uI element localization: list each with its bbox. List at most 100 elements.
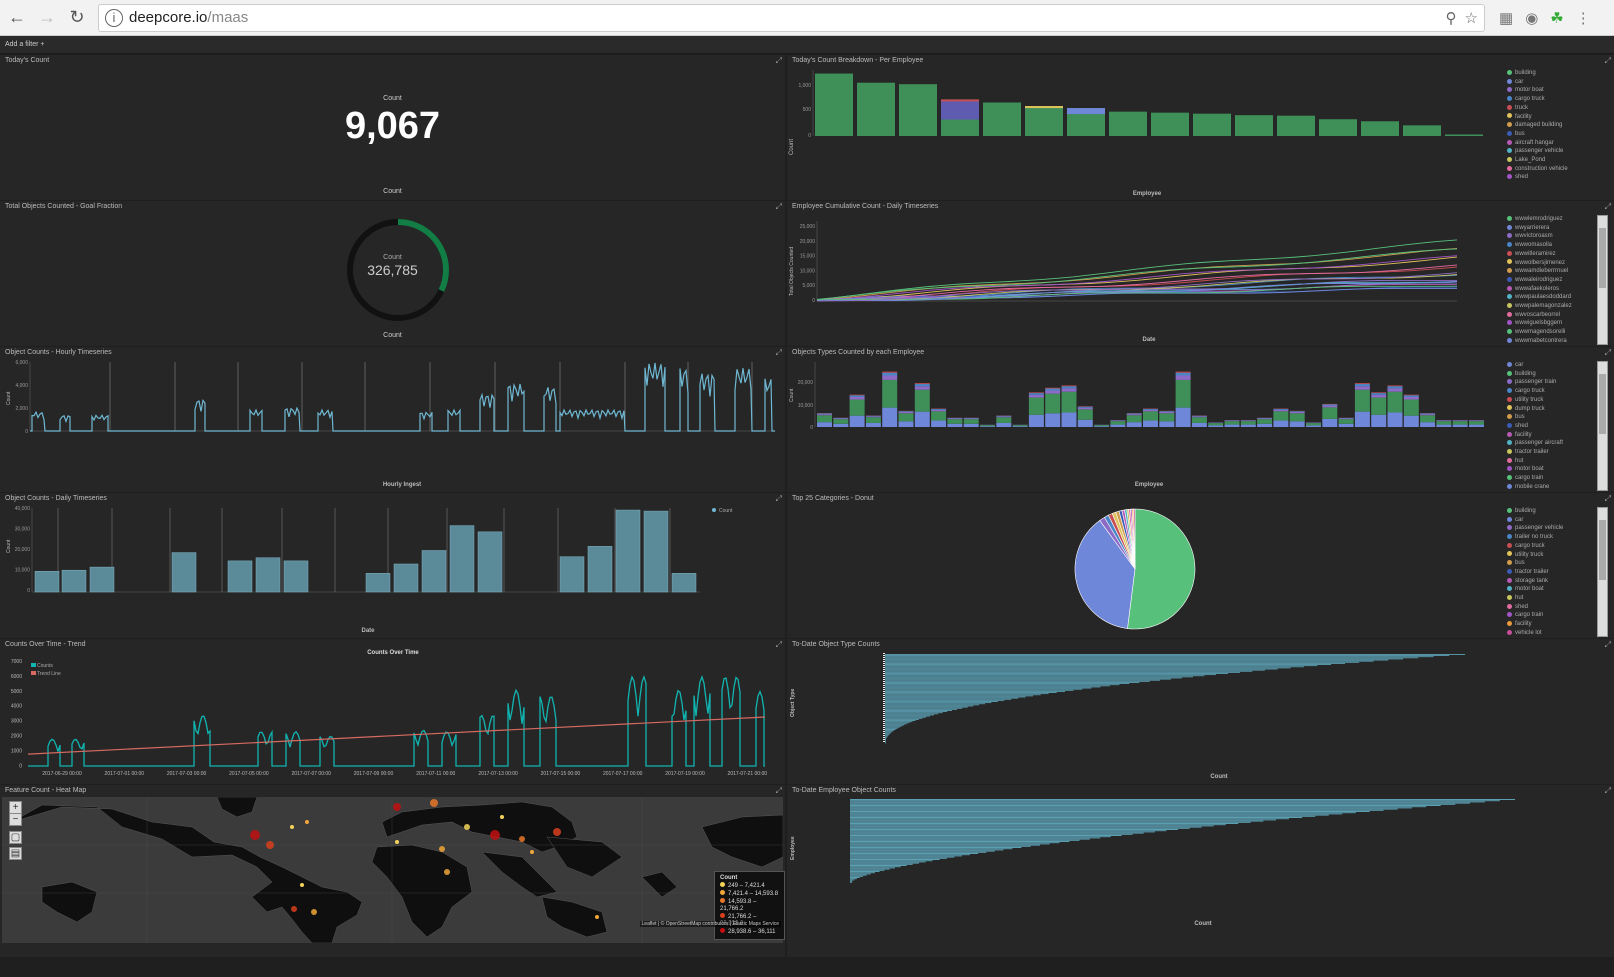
bar[interactable] xyxy=(850,841,1070,842)
bar-segment[interactable] xyxy=(980,426,995,427)
bar-segment[interactable] xyxy=(1224,424,1240,427)
bookmark-star-icon[interactable]: ☆ xyxy=(1465,9,1478,27)
bar-segment[interactable] xyxy=(1273,409,1289,412)
bar[interactable] xyxy=(1361,121,1399,136)
bar[interactable] xyxy=(885,690,1065,692)
bar-segment[interactable] xyxy=(898,411,914,412)
bar-segment[interactable] xyxy=(882,375,898,380)
bar-segment[interactable] xyxy=(996,417,1012,423)
bar-segment[interactable] xyxy=(1289,413,1305,422)
bar-segment[interactable] xyxy=(898,411,914,414)
bar-segment[interactable] xyxy=(1306,423,1321,426)
bar[interactable] xyxy=(885,736,887,738)
bar[interactable] xyxy=(1277,115,1315,136)
bar-segment[interactable] xyxy=(947,418,963,420)
bar-segment[interactable] xyxy=(1045,390,1061,394)
bar[interactable] xyxy=(885,666,1304,668)
legend-item[interactable]: building xyxy=(1507,69,1568,78)
bar[interactable] xyxy=(850,800,1500,802)
bar[interactable] xyxy=(885,674,1217,676)
bar-segment[interactable] xyxy=(1338,419,1354,424)
bar-segment[interactable] xyxy=(1143,420,1158,427)
bar-segment[interactable] xyxy=(931,420,947,427)
legend-item[interactable]: car xyxy=(1507,78,1568,87)
bar[interactable] xyxy=(885,678,1171,680)
bar[interactable] xyxy=(885,707,963,709)
bar-segment[interactable] xyxy=(817,422,832,427)
bar-segment[interactable] xyxy=(1159,421,1175,427)
bar[interactable] xyxy=(850,881,852,883)
bar-segment[interactable] xyxy=(1126,413,1142,415)
bar-segment[interactable] xyxy=(1077,419,1093,427)
bar-segment[interactable] xyxy=(1387,386,1403,389)
bar-segment[interactable] xyxy=(941,99,979,120)
bar-segment[interactable] xyxy=(1469,421,1484,425)
bar-segment[interactable] xyxy=(941,99,979,102)
bar[interactable] xyxy=(1445,134,1483,136)
bar[interactable] xyxy=(850,821,1251,823)
bar-segment[interactable] xyxy=(1420,414,1436,416)
bar[interactable] xyxy=(885,686,1101,688)
expand-icon[interactable]: ⤢ xyxy=(1605,494,1611,504)
bar[interactable] xyxy=(449,525,475,593)
bar-segment[interactable] xyxy=(963,418,979,420)
bar[interactable] xyxy=(850,860,933,862)
bar[interactable] xyxy=(850,802,1470,804)
bar[interactable] xyxy=(850,817,1303,818)
bar[interactable] xyxy=(885,724,905,726)
bar[interactable] xyxy=(885,660,1374,662)
bar-segment[interactable] xyxy=(1045,388,1061,391)
bar[interactable] xyxy=(850,845,1031,847)
bar[interactable] xyxy=(850,826,1202,828)
bar-segment[interactable] xyxy=(1289,411,1305,412)
legend-item[interactable]: trailer no truck xyxy=(1507,533,1563,542)
bar-segment[interactable] xyxy=(1273,408,1289,410)
legend-item[interactable]: motor boat xyxy=(1507,585,1563,594)
bar-segment[interactable] xyxy=(1028,393,1044,395)
bar-segment[interactable] xyxy=(833,419,849,424)
bar[interactable] xyxy=(850,857,947,859)
bar[interactable] xyxy=(850,878,857,880)
bar[interactable] xyxy=(850,863,913,865)
bar-segment[interactable] xyxy=(1240,421,1256,425)
bar-segment[interactable] xyxy=(865,422,881,427)
bar-segment[interactable] xyxy=(1012,425,1028,427)
bar-segment[interactable] xyxy=(817,413,832,415)
legend-item[interactable]: wwwafaekoleros xyxy=(1507,285,1572,294)
pie-slice[interactable] xyxy=(1127,508,1196,630)
bar[interactable] xyxy=(885,687,1092,689)
bar-segment[interactable] xyxy=(817,414,832,416)
bar[interactable] xyxy=(885,726,900,728)
bar[interactable] xyxy=(885,734,889,736)
bar-segment[interactable] xyxy=(1208,423,1224,426)
bar-segment[interactable] xyxy=(1420,415,1436,423)
bar[interactable] xyxy=(885,716,927,718)
bar-segment[interactable] xyxy=(1289,411,1305,414)
bar[interactable] xyxy=(885,693,1049,695)
bar[interactable] xyxy=(815,73,853,136)
bar[interactable] xyxy=(850,879,855,881)
bar[interactable] xyxy=(850,853,979,854)
bar[interactable] xyxy=(885,732,891,734)
bar-segment[interactable] xyxy=(1387,391,1403,413)
bar[interactable] xyxy=(1109,111,1147,136)
zoom-out-button[interactable]: − xyxy=(9,813,22,826)
bar[interactable] xyxy=(850,848,1013,850)
legend-item[interactable]: facility xyxy=(1507,113,1568,122)
bar-segment[interactable] xyxy=(1387,412,1403,427)
bar[interactable] xyxy=(850,812,1356,814)
bar-segment[interactable] xyxy=(1110,421,1126,425)
bar[interactable] xyxy=(885,679,1161,681)
legend-item[interactable]: wwvictoroasm xyxy=(1507,232,1572,241)
bar[interactable] xyxy=(885,729,896,730)
bar[interactable] xyxy=(850,829,1178,830)
bar-segment[interactable] xyxy=(1240,420,1256,422)
bar-segment[interactable] xyxy=(1354,386,1370,390)
bar[interactable] xyxy=(885,662,1346,664)
legend-item[interactable]: building xyxy=(1507,507,1563,516)
bar[interactable] xyxy=(1403,125,1441,136)
bar[interactable] xyxy=(850,833,1133,835)
bar[interactable] xyxy=(885,723,907,725)
expand-icon[interactable]: ⤢ xyxy=(1605,202,1611,212)
bar-segment[interactable] xyxy=(1126,414,1142,416)
